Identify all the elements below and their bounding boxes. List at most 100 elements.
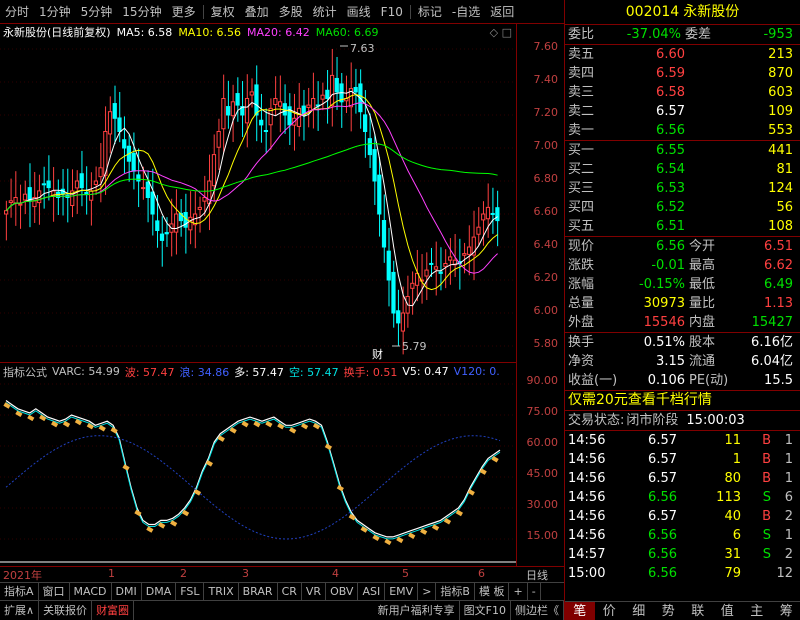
period-label[interactable]: 日线 [526,567,548,583]
tick-volume: 79 [724,566,741,581]
quote-panel: 002014 永新股份 委比 -37.04% 委差 -953 卖五 6.60 213 卖四 6.59… [564,0,800,620]
indicator-tab[interactable]: ASI [358,583,386,600]
tick-volume: 6 [732,528,741,543]
ma20-value: MA20: 6.42 [247,25,310,39]
indicator-tab[interactable]: BRAR [239,583,278,600]
status-item[interactable]: 关联报价 [39,601,93,620]
lang-line [5,435,501,540]
indicator-tab[interactable]: 模 板 [475,583,510,600]
indicator-tab[interactable]: OBV [326,583,359,600]
candle [268,98,273,150]
stat-value: 6.49 [764,277,793,292]
panel-controls-icon[interactable]: ◇ □ [490,26,512,39]
stat-label: 流通 [689,354,716,369]
toolbar-item[interactable]: 5分钟 [76,0,118,24]
promo-link[interactable]: 仅需20元查看千档行情 [565,391,800,410]
toolbar-item[interactable]: 15分钟 [117,0,166,24]
quote-tab[interactable]: 值 [713,602,743,620]
bid-price: 6.54 [656,162,685,177]
toolbar-item[interactable]: 返回 [485,0,519,24]
toolbar-item[interactable]: 叠加 [240,0,274,24]
stat-value: 15546 [643,315,685,330]
quote-tab[interactable]: 细 [624,602,654,620]
candle [4,200,9,241]
toolbar-item[interactable]: 标记 [413,0,447,24]
stat-value: 0.51% [643,335,685,350]
huanshou-value: 换手: 0.51 [343,365,398,379]
signal-marker [324,443,333,451]
indicator-chart[interactable] [0,380,516,566]
indicator-tab[interactable]: 窗口 [39,583,70,600]
candle [150,168,155,236]
candlestick-chart[interactable]: 7.63 5.79 财 [0,40,516,362]
toolbar-item[interactable]: 分时 [0,0,34,24]
status-item[interactable]: 财富圈 [92,601,135,620]
candle [277,75,283,133]
indicator-tab[interactable]: EMV [385,583,419,600]
candle [259,93,264,143]
candle [32,172,37,223]
month-label: 2 [180,567,187,580]
status-item[interactable]: 图文F10 [460,601,511,620]
candle [476,207,481,246]
indicator-tab[interactable]: > [418,583,437,600]
ma-info-bar: 永新股份(日线前复权) MA5: 6.58 MA10: 6.56 MA20: 6… [0,24,516,40]
stat-label: 总量 [568,296,595,311]
tick-direction: S [762,490,771,505]
stat-row: 涨幅 -0.15% 最低 6.49 [565,275,800,294]
stock-period-title: 永新股份(日线前复权) [3,26,111,39]
indicator-label[interactable]: 指标公式 [3,364,47,380]
quote-tab[interactable]: 势 [654,602,684,620]
quote-bottom-tabs: 笔价细势联值主筹 [565,601,800,620]
indicator-tab[interactable]: DMA [142,583,177,600]
status-item[interactable]: 侧边栏《 [511,601,564,620]
toolbar-item[interactable]: 更多 [167,0,201,24]
tick-count: 2 [784,509,793,524]
indicator-tab[interactable]: MACD [70,583,112,600]
status-item[interactable]: 扩展∧ [0,601,40,620]
signal-marker [122,464,130,471]
ask-row: 卖三 6.58 603 [565,83,800,102]
toolbar-item[interactable]: 多股 [274,0,308,24]
candle [396,289,401,347]
indicator-tab[interactable]: 指标A [0,583,39,600]
bid-volume: 108 [768,219,793,234]
stat-value: 6.04亿 [751,354,793,369]
toolbar-item[interactable]: -自选 [447,0,485,24]
quote-tab[interactable]: 筹 [772,602,800,620]
ask-label: 卖三 [568,85,595,100]
toolbar-item[interactable]: F10 [376,0,408,24]
stat-value: -0.01 [651,258,685,273]
price-tick-label: 7.40 [533,73,559,86]
indicator-tab[interactable]: - [528,583,541,600]
quote-tab[interactable]: 笔 [565,602,595,620]
indicator-tab[interactable]: TRIX [204,583,239,600]
tick-count: 6 [784,490,793,505]
candle [377,157,382,237]
tick-volume: 31 [724,547,741,562]
tick-row: 14:56 6.57 80 B 1 [565,469,800,488]
toolbar-item[interactable]: 复权 [206,0,240,24]
finance-event-marker[interactable]: 财 [372,347,383,361]
bid-row: 买五 6.51 108 [565,217,800,236]
indicator-tab[interactable]: 指标B [436,583,475,600]
stat-label: 现价 [568,239,595,254]
indicator-tab[interactable]: DMI [112,583,142,600]
bid-row: 买一 6.55 441 [565,141,800,160]
indicator-tab[interactable]: VR [302,583,327,600]
candle [244,74,250,148]
status-item[interactable]: 新用户福利专享 [374,601,460,620]
toolbar-item[interactable]: 画线 [342,0,376,24]
quote-tab[interactable]: 主 [742,602,772,620]
indicator-tab[interactable]: FSL [176,583,205,600]
toolbar-item[interactable]: 1分钟 [34,0,76,24]
toolbar-item[interactable]: 统计 [308,0,342,24]
indicator-tab[interactable]: + [509,583,528,600]
indicator-tab[interactable]: CR [278,583,302,600]
quote-tab[interactable]: 联 [683,602,713,620]
quote-tab[interactable]: 价 [595,602,625,620]
tick-row: 14:56 6.57 40 B 2 [565,507,800,526]
